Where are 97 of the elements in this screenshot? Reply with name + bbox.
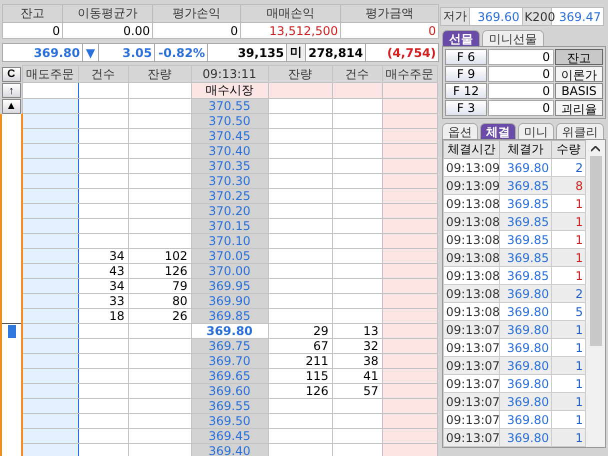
trade-price: 369.80: [500, 320, 552, 338]
sell-quantity: 126: [164, 264, 188, 278]
trade-tab[interactable]: 미니: [518, 123, 554, 139]
sell-quantity: 102: [164, 249, 188, 263]
column-header: 체결가: [500, 140, 552, 158]
buy-count: 32: [363, 339, 378, 353]
view-button[interactable]: BASIS: [555, 83, 603, 99]
sell-count: 18: [109, 309, 124, 323]
trade-quantity: 1: [552, 248, 586, 266]
buy-quantity: 67: [313, 339, 328, 353]
trade-quantity: 1: [552, 428, 586, 446]
column-header: 건수: [332, 66, 382, 82]
trade-price: 369.85: [500, 176, 552, 194]
trade-tab[interactable]: 위클리: [556, 123, 604, 139]
summary-value: 13,512,500: [240, 22, 340, 38]
buy-quantity: 115: [306, 369, 328, 383]
contract-button[interactable]: F 6: [445, 49, 487, 65]
column-header: 체결시간: [444, 140, 500, 158]
price-change: 3.05: [98, 44, 154, 62]
summary-value: 0.00: [62, 22, 152, 38]
trade-tab[interactable]: 옵션: [442, 123, 478, 139]
buy-count: 41: [363, 369, 378, 383]
open-interest: 278,814: [306, 44, 366, 62]
contract-value: 0: [488, 66, 554, 82]
futures-tab[interactable]: 선물: [442, 30, 480, 46]
trade-price: 369.80: [500, 392, 552, 410]
trade-time: 09:13:07: [444, 428, 500, 446]
summary-value: 0: [2, 22, 62, 38]
scroll-up-icon[interactable]: [591, 146, 600, 152]
sell-count: 34: [109, 249, 124, 263]
sell-quantity: 79: [172, 279, 188, 293]
sell-count: 34: [109, 279, 124, 293]
trade-time: 09:13:09: [444, 176, 500, 194]
open-interest-change: (4,754): [366, 44, 438, 62]
price-label: 저가: [440, 8, 470, 26]
buy-quantity: 211: [306, 354, 328, 368]
trade-time: 09:13:07: [444, 356, 500, 374]
trade-time: 09:13:08: [444, 248, 500, 266]
column-header: 평가금액: [340, 4, 438, 22]
scrollbar-thumb[interactable]: [590, 156, 602, 346]
contract-value: 0: [488, 100, 554, 116]
trade-quantity: 1: [552, 392, 586, 410]
column-header: 평가손익: [152, 4, 240, 22]
trade-price: 369.80: [500, 428, 552, 446]
summary-value: 0: [152, 22, 240, 38]
column-header: 매매손익: [240, 4, 340, 22]
buy-count: 13: [363, 324, 378, 338]
column-header: 잔고: [2, 4, 62, 22]
trade-price: 369.85: [500, 212, 552, 230]
volume: 39,135: [208, 44, 286, 62]
trade-quantity: 2: [552, 284, 586, 302]
column-header: 이동평균가: [62, 4, 152, 22]
up-arrow-button[interactable]: ↑: [2, 83, 21, 98]
sell-count: 33: [109, 294, 124, 308]
buy-quantity: 126: [306, 384, 328, 398]
scrollbar[interactable]: [586, 140, 605, 447]
trade-price: 369.85: [500, 248, 552, 266]
contract-button[interactable]: F 9: [445, 66, 487, 82]
trade-price: 369.80: [500, 284, 552, 302]
trade-price: 369.80: [500, 356, 552, 374]
triangle-button[interactable]: ▲: [2, 98, 21, 114]
trade-time: 09:13:08: [444, 284, 500, 302]
trade-quantity: 1: [552, 212, 586, 230]
trade-quantity: 1: [552, 320, 586, 338]
trade-quantity: 1: [552, 356, 586, 374]
futures-tab[interactable]: 미니선물: [482, 30, 544, 46]
column-header: 건수: [78, 66, 128, 82]
buy-count: 57: [363, 384, 378, 398]
column-header: 09:13:11: [191, 66, 268, 82]
sell-count: 43: [109, 264, 124, 278]
column-header: 매도주문: [22, 66, 78, 82]
open-interest-label: 미: [286, 44, 306, 62]
sell-quantity: 80: [172, 294, 188, 308]
contract-button[interactable]: F 12: [445, 83, 487, 99]
buy-count: 38: [363, 354, 378, 368]
trade-time: 09:13:08: [444, 212, 500, 230]
trade-time: 09:13:07: [444, 320, 500, 338]
contract-value: 0: [488, 83, 554, 99]
view-button[interactable]: 이론가: [555, 66, 603, 82]
column-header: 매수주문: [382, 66, 437, 82]
change-rate: -0.82%: [154, 44, 208, 62]
trade-tab[interactable]: 체결: [480, 123, 516, 139]
sell-quantity: 26: [172, 309, 188, 323]
view-button[interactable]: 잔고: [555, 49, 603, 65]
column-header: 잔량: [268, 66, 332, 82]
column-header: 잔량: [128, 66, 191, 82]
buy-quantity: 29: [313, 324, 328, 338]
summary-value: 0: [340, 22, 438, 38]
trade-quantity: 8: [552, 176, 586, 194]
column-header: 수량: [552, 140, 586, 158]
clear-button[interactable]: C: [2, 66, 21, 82]
contract-value: 0: [488, 49, 554, 65]
current-price: 369.80: [2, 44, 82, 62]
price-value: 369.60: [470, 8, 522, 26]
trade-time: 09:13:07: [444, 392, 500, 410]
view-button[interactable]: 괴리율: [555, 100, 603, 116]
contract-button[interactable]: F 3: [445, 100, 487, 116]
